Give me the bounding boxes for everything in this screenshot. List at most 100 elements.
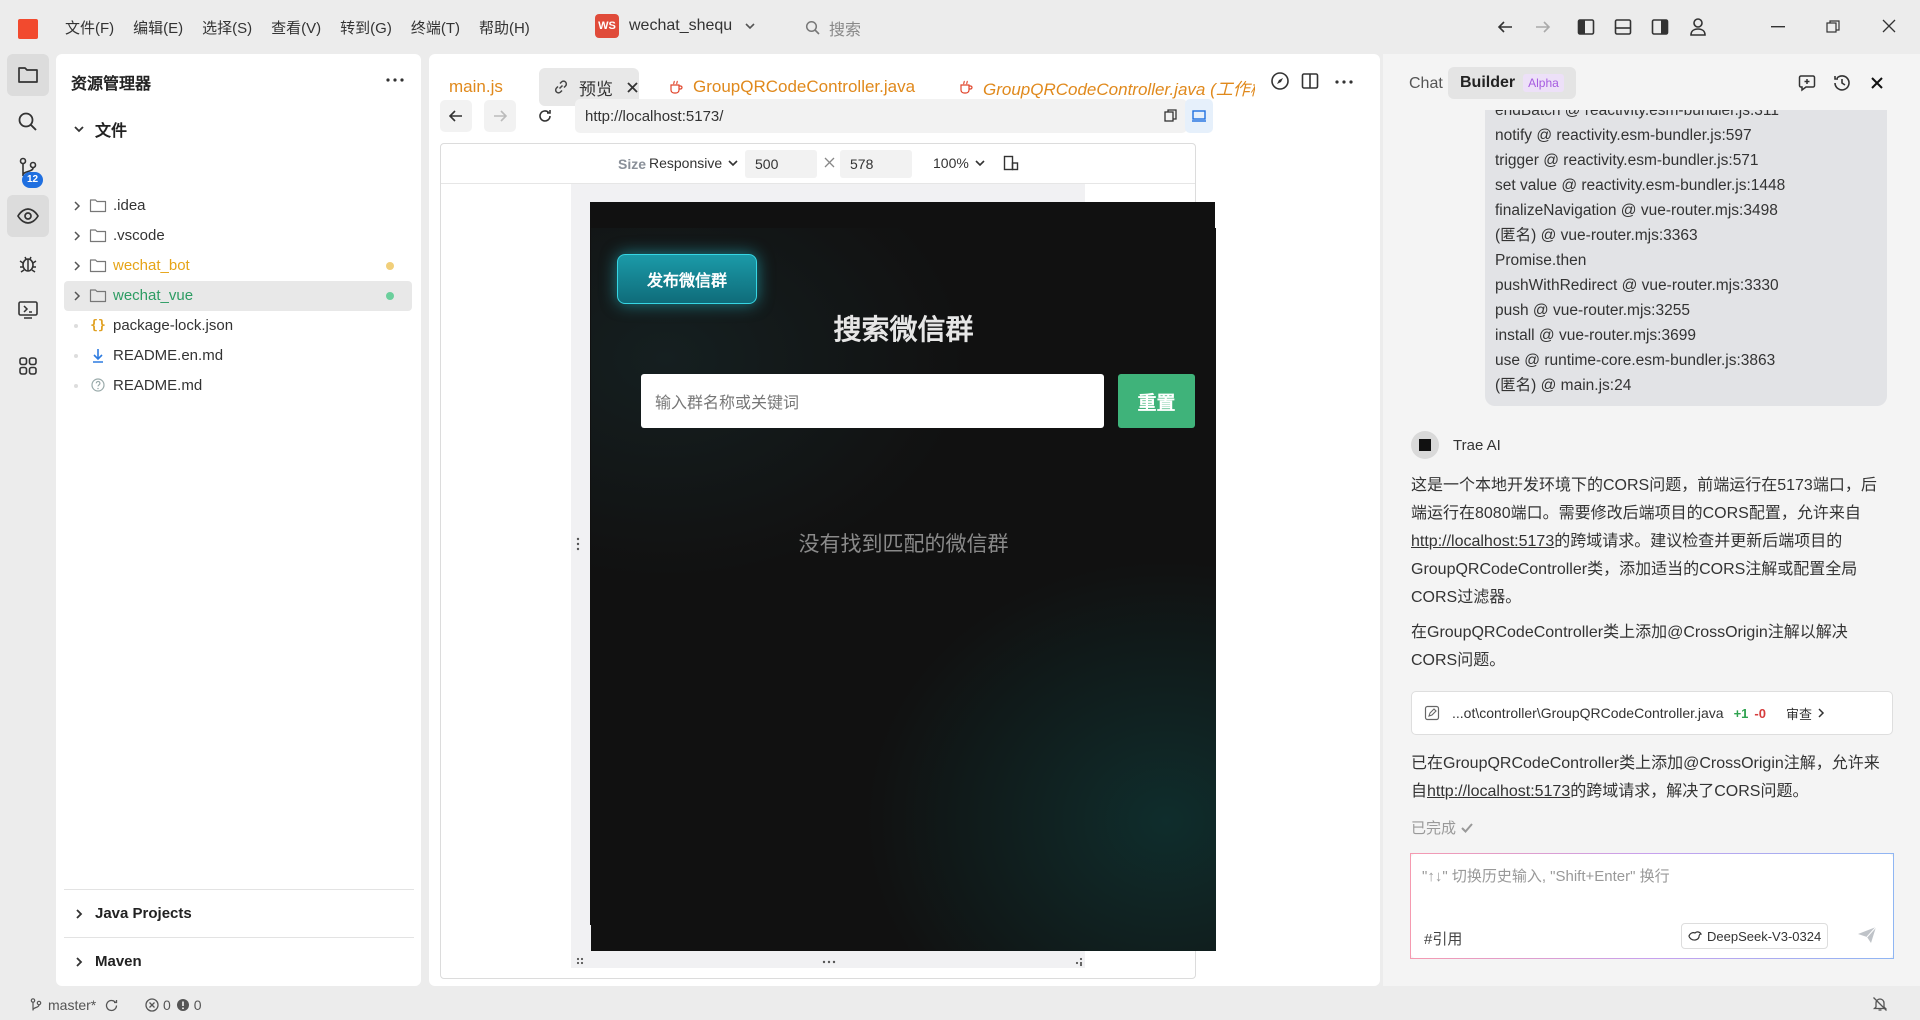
tab-preview-label: 预览 xyxy=(579,79,613,99)
tree-item-label: README.en.md xyxy=(113,347,224,364)
close-icon[interactable] xyxy=(1871,77,1883,89)
activity-source-control[interactable]: 12 xyxy=(7,148,49,190)
menu-item-5[interactable]: 终端(T) xyxy=(411,17,460,38)
drag-handle-bottom-icon[interactable] xyxy=(822,959,836,965)
section-java-projects[interactable]: Java Projects xyxy=(73,905,192,922)
toggle-left-panel-icon[interactable] xyxy=(1577,18,1595,36)
browser-reload-button[interactable] xyxy=(529,100,561,132)
activity-search[interactable] xyxy=(7,101,49,143)
history-icon[interactable] xyxy=(1832,73,1852,93)
warning-count: 0 xyxy=(193,997,202,1013)
branch-icon xyxy=(30,998,42,1012)
tree-item-package-lock-json[interactable]: {} package-lock.json xyxy=(64,311,412,341)
menu-item-0[interactable]: 文件(F) xyxy=(65,17,114,38)
browser-back-button[interactable] xyxy=(440,100,472,132)
zoom-select[interactable]: 100% xyxy=(933,155,985,171)
global-search[interactable]: 搜索 xyxy=(805,16,861,40)
explorer-panel: 资源管理器 文件 .idea .vscode wechat_bot wechat_vu… xyxy=(56,54,421,986)
section-files[interactable]: 文件 xyxy=(73,117,127,141)
log-line: install @ vue-router.mjs:3699 xyxy=(1495,327,1696,344)
tree-item-wechat-bot[interactable]: wechat_bot xyxy=(64,251,412,281)
tab-chat[interactable]: Chat xyxy=(1409,75,1443,93)
empty-state-text: 没有找到匹配的微信群 xyxy=(798,533,1009,556)
search-icon xyxy=(805,20,821,36)
tab-main-js-label: main.js xyxy=(449,77,503,96)
file-change-card[interactable]: ...ot\controller\GroupQRCodeController.j… xyxy=(1411,691,1893,735)
publish-group-button[interactable]: 发布微信群 xyxy=(617,254,757,304)
activity-remote[interactable] xyxy=(7,289,49,331)
split-editor-icon[interactable] xyxy=(1301,72,1319,90)
chevron-down-icon xyxy=(73,123,85,135)
chat-panel: Chat Builder Alpha endBatch @ reactivity… xyxy=(1383,54,1920,986)
size-mode-select[interactable]: Responsive xyxy=(649,155,738,171)
project-switcher[interactable]: WS wechat_shequ xyxy=(595,14,756,38)
nav-forward-icon[interactable] xyxy=(1534,19,1552,35)
problems-indicator[interactable]: 0 0 xyxy=(145,997,202,1013)
window-minimize-icon[interactable] xyxy=(1771,26,1785,28)
toggle-right-panel-icon[interactable] xyxy=(1651,18,1669,36)
localhost-link[interactable]: http://localhost:5173 xyxy=(1427,783,1570,800)
compass-icon[interactable] xyxy=(1270,71,1290,91)
modified-dot xyxy=(386,262,394,270)
menu-item-2[interactable]: 选择(S) xyxy=(202,17,252,38)
quote-button[interactable]: #引用 xyxy=(1424,928,1462,949)
tree-item-label: wechat_vue xyxy=(113,287,194,304)
new-chat-icon[interactable] xyxy=(1797,73,1817,93)
group-search-input[interactable]: 输入群名称或关键词 xyxy=(641,374,1104,428)
tree-item-readme-md[interactable]: README.md xyxy=(64,371,412,401)
activity-bar: 12 xyxy=(0,54,56,989)
size-label: Size xyxy=(618,156,647,172)
more-actions-icon[interactable] xyxy=(386,78,404,82)
window-close-icon[interactable] xyxy=(1882,19,1896,33)
rotate-device-icon[interactable] xyxy=(1003,155,1019,171)
tree-item-wechat-vue[interactable]: wechat_vue xyxy=(64,281,412,311)
log-line: finalizeNavigation @ vue-router.mjs:3498 xyxy=(1495,202,1778,219)
model-select[interactable]: DeepSeek-V3-0324 xyxy=(1681,923,1829,949)
arrow-left-icon xyxy=(449,110,463,122)
height-input[interactable]: 578 xyxy=(840,150,912,178)
section-maven[interactable]: Maven xyxy=(73,953,142,970)
tree-item-label: .vscode xyxy=(113,227,165,244)
divider xyxy=(64,889,414,890)
activity-preview[interactable] xyxy=(7,195,49,237)
drag-handle-left-icon[interactable] xyxy=(575,537,581,551)
send-icon[interactable] xyxy=(1857,926,1877,944)
tree-item-readme-en-md[interactable]: README.en.md xyxy=(64,341,412,371)
sync-icon[interactable] xyxy=(104,998,119,1013)
notifications-off-icon[interactable] xyxy=(1872,996,1888,1012)
tab-builder[interactable]: Builder Alpha xyxy=(1448,67,1576,99)
menu-item-4[interactable]: 转到(G) xyxy=(340,17,392,38)
menu-item-3[interactable]: 查看(V) xyxy=(271,17,321,38)
activity-explorer[interactable] xyxy=(7,54,49,96)
chat-input-placeholder: "↑↓" 切换历史输入, "Shift+Enter" 换行 xyxy=(1422,868,1670,885)
chat-input-box[interactable]: "↑↓" 切换历史输入, "Shift+Enter" 换行 #引用 DeepSe… xyxy=(1410,853,1894,959)
toggle-bottom-panel-icon[interactable] xyxy=(1614,18,1632,36)
window-restore-icon[interactable] xyxy=(1826,20,1840,34)
close-icon[interactable] xyxy=(627,81,638,93)
copy-icon[interactable] xyxy=(1164,109,1177,122)
menu-item-6[interactable]: 帮助(H) xyxy=(479,17,530,38)
error-count: 0 xyxy=(163,997,171,1013)
branch-indicator[interactable]: master* xyxy=(30,997,119,1013)
tree-item-vscode[interactable]: .vscode xyxy=(64,221,412,251)
menu-item-1[interactable]: 编辑(E) xyxy=(133,17,183,38)
chevron-right-icon xyxy=(73,908,85,920)
times-icon xyxy=(824,157,835,168)
folder-icon xyxy=(88,228,108,243)
log-line: (匿名) @ main.js:24 xyxy=(1495,377,1632,394)
activity-debug[interactable] xyxy=(7,242,49,284)
localhost-link[interactable]: http://localhost:5173 xyxy=(1411,533,1554,550)
tree-item-idea[interactable]: .idea xyxy=(64,191,412,221)
reset-button[interactable]: 重置 xyxy=(1118,374,1195,428)
drag-handle-corner-right-icon[interactable] xyxy=(1073,957,1083,967)
browser-forward-button[interactable] xyxy=(484,100,516,132)
more-actions-icon[interactable] xyxy=(1335,80,1353,84)
account-icon[interactable] xyxy=(1689,17,1707,37)
width-input[interactable]: 500 xyxy=(745,150,817,178)
responsive-toggle-button[interactable] xyxy=(1185,99,1213,133)
ai-message-3-b: 的跨域请求，解决了CORS问题。 xyxy=(1570,783,1809,800)
nav-back-icon[interactable] xyxy=(1496,19,1514,35)
activity-extensions[interactable] xyxy=(7,345,49,387)
drag-handle-corner-left-icon[interactable] xyxy=(576,957,586,967)
url-bar[interactable]: http://localhost:5173/ xyxy=(575,99,1187,133)
